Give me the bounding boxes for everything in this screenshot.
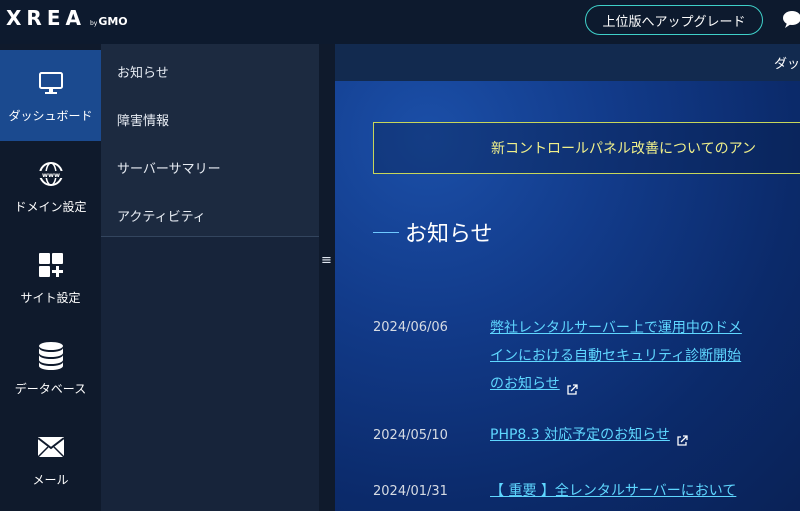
sidebar-nav: ダッシュボード www ドメイン設定 サイト設定 データベース メール	[0, 44, 101, 511]
news-date: 2024/05/10	[373, 428, 448, 443]
news-link-line: 【 重要 】全レンタルサーバーにおいて	[490, 483, 737, 499]
notice-banner-text: 新コントロールパネル改善についてのアン	[491, 141, 757, 157]
submenu-item-activity[interactable]: アクティビティ	[117, 206, 206, 225]
section-title-text: お知らせ	[405, 222, 493, 247]
logo-wordmark: XREA	[6, 6, 86, 30]
news-link[interactable]: PHP8.3 対応予定のお知らせ	[490, 421, 790, 449]
sidebar-item-label: ドメイン設定	[14, 200, 87, 214]
news-link-line: 弊社レンタルサーバー上で運用中のドメ	[490, 320, 742, 336]
section-title: お知らせ	[373, 216, 493, 248]
external-link-icon	[676, 429, 688, 446]
submenu-background	[101, 237, 319, 511]
content-header: ダッ	[335, 44, 800, 81]
sidebar-item-label: ダッシュボード	[8, 109, 93, 123]
top-bar: XREA by GMO 上位版へアップグレード	[0, 0, 800, 44]
sidebar-item-label: データベース	[14, 382, 87, 396]
sidebar-divider	[319, 44, 335, 511]
svg-text:www: www	[41, 171, 59, 179]
submenu-item-outage[interactable]: 障害情報	[117, 110, 169, 129]
monitor-icon	[35, 67, 67, 99]
sidebar-item-label: メール	[32, 473, 69, 487]
title-dash	[373, 231, 399, 233]
news-link-line: インにおける自動セキュリティ診断開始	[490, 348, 742, 364]
external-link-icon	[566, 378, 578, 395]
envelope-icon	[35, 431, 67, 463]
news-date: 2024/01/31	[373, 484, 448, 499]
sidebar-item-label: サイト設定	[20, 291, 81, 305]
database-icon	[35, 340, 67, 372]
grid-plus-icon	[35, 249, 67, 281]
upgrade-button[interactable]: 上位版へアップグレード	[585, 5, 763, 35]
sidebar-item-mail[interactable]: メール	[0, 414, 101, 505]
submenu-item-news[interactable]: お知らせ	[117, 62, 169, 81]
sidebar-item-domain[interactable]: www ドメイン設定	[0, 141, 101, 232]
main-content: ダッ 新コントロールパネル改善についてのアン お知らせ 2024/06/06 弊…	[335, 44, 800, 511]
dashboard-submenu: お知らせ 障害情報 サーバーサマリー アクティビティ	[101, 44, 319, 237]
sidebar-item-database[interactable]: データベース	[0, 323, 101, 414]
sidebar-item-site[interactable]: サイト設定	[0, 232, 101, 323]
globe-www-icon: www	[35, 158, 67, 190]
chat-bubble-icon[interactable]	[782, 10, 800, 28]
xrea-logo[interactable]: XREA by GMO	[6, 6, 128, 36]
news-link-line: のお知らせ	[490, 376, 560, 392]
menu-toggle-icon[interactable]: ≡	[319, 253, 334, 268]
news-link[interactable]: 弊社レンタルサーバー上で運用中のドメ インにおける自動セキュリティ診断開始 のお…	[490, 314, 790, 398]
breadcrumb: ダッ	[773, 57, 800, 72]
news-date: 2024/06/06	[373, 320, 448, 335]
notice-banner[interactable]: 新コントロールパネル改善についてのアン	[373, 122, 800, 174]
logo-by-text: by	[89, 20, 98, 27]
news-link-line: PHP8.3 対応予定のお知らせ	[490, 427, 670, 443]
sidebar-item-dashboard[interactable]: ダッシュボード	[0, 50, 101, 141]
submenu-item-server-summary[interactable]: サーバーサマリー	[117, 158, 221, 177]
news-link[interactable]: 【 重要 】全レンタルサーバーにおいて	[490, 477, 790, 505]
logo-gmo-text: GMO	[98, 15, 128, 28]
